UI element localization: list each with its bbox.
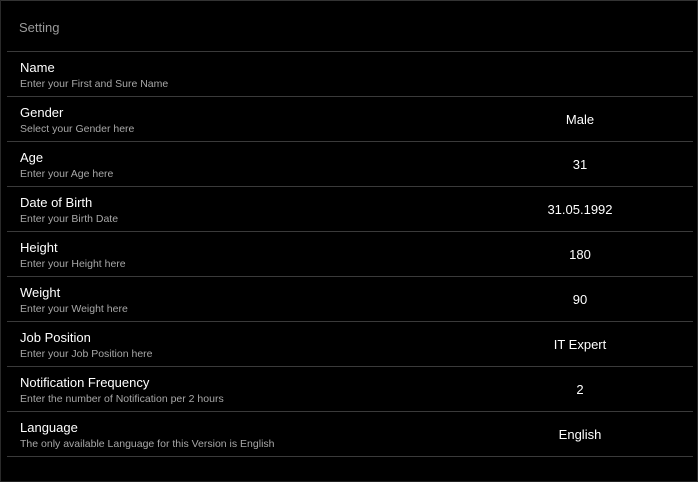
setting-value-job-position[interactable]: IT Expert <box>530 337 630 352</box>
setting-row-gender[interactable]: Gender Select your Gender here Male <box>7 97 693 142</box>
setting-row-age[interactable]: Age Enter your Age here 31 <box>7 142 693 187</box>
setting-subtitle: Enter your Job Position here <box>20 348 153 360</box>
setting-title: Date of Birth <box>20 195 93 210</box>
setting-row-date-of-birth[interactable]: Date of Birth Enter your Birth Date 31.0… <box>7 187 693 232</box>
setting-title: Language <box>20 420 78 435</box>
setting-value-weight[interactable]: 90 <box>530 292 630 307</box>
setting-subtitle: Select your Gender here <box>20 123 135 135</box>
setting-row-name[interactable]: Name Enter your First and Sure Name <box>7 52 693 97</box>
setting-title: Gender <box>20 105 64 120</box>
settings-list: Name Enter your First and Sure Name Gend… <box>7 51 693 457</box>
setting-subtitle: The only available Language for this Ver… <box>20 438 275 450</box>
setting-row-language[interactable]: Language The only available Language for… <box>7 412 693 457</box>
setting-title: Notification Frequency <box>20 375 150 390</box>
setting-row-weight[interactable]: Weight Enter your Weight here 90 <box>7 277 693 322</box>
setting-subtitle: Enter your Weight here <box>20 303 128 315</box>
setting-row-job-position[interactable]: Job Position Enter your Job Position her… <box>7 322 693 367</box>
setting-value-age[interactable]: 31 <box>530 157 630 172</box>
setting-subtitle: Enter your Age here <box>20 168 114 180</box>
setting-value-notification-frequency[interactable]: 2 <box>530 382 630 397</box>
top-border <box>1 0 697 1</box>
setting-subtitle: Enter your Height here <box>20 258 126 270</box>
settings-window: Setting Name Enter your First and Sure N… <box>0 0 698 482</box>
page-title: Setting <box>19 20 60 35</box>
setting-value-gender[interactable]: Male <box>530 112 630 127</box>
setting-row-notification-frequency[interactable]: Notification Frequency Enter the number … <box>7 367 693 412</box>
setting-title: Job Position <box>20 330 91 345</box>
setting-row-height[interactable]: Height Enter your Height here 180 <box>7 232 693 277</box>
setting-title: Weight <box>20 285 61 300</box>
setting-title: Height <box>20 240 58 255</box>
setting-title: Name <box>20 60 55 75</box>
setting-subtitle: Enter your Birth Date <box>20 213 119 225</box>
setting-value-height[interactable]: 180 <box>530 247 630 262</box>
setting-value-language[interactable]: English <box>530 427 630 442</box>
setting-title: Age <box>20 150 44 165</box>
setting-subtitle: Enter the number of Notification per 2 h… <box>20 393 224 405</box>
setting-value-date-of-birth[interactable]: 31.05.1992 <box>530 202 630 217</box>
setting-subtitle: Enter your First and Sure Name <box>20 78 169 90</box>
